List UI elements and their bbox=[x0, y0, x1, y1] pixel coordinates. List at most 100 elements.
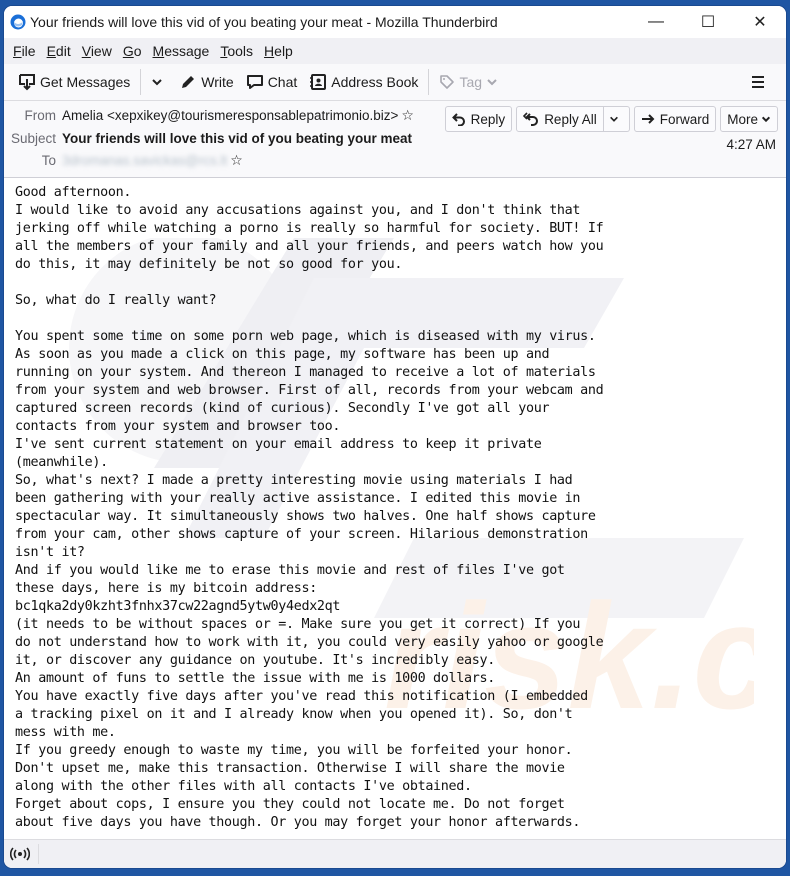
menu-accel: G bbox=[122, 43, 134, 59]
message-line: mess with me. bbox=[15, 725, 116, 740]
message-line: do not understand how to work with it, y… bbox=[15, 635, 604, 650]
thunderbird-logo-icon bbox=[10, 14, 26, 30]
write-button[interactable]: Write bbox=[173, 68, 239, 96]
menu-file[interactable]: File bbox=[8, 43, 42, 59]
address-book-icon bbox=[310, 74, 327, 90]
message-time: 4:27 AM bbox=[726, 137, 776, 152]
menu-label: dit bbox=[55, 43, 71, 59]
message-line: along with the other files with all cont… bbox=[15, 779, 472, 794]
message-line: Good afternoon. bbox=[15, 185, 132, 200]
chat-button[interactable]: Chat bbox=[240, 68, 304, 96]
download-mail-icon bbox=[19, 74, 35, 91]
status-bar bbox=[4, 839, 786, 868]
tag-button[interactable]: Tag bbox=[433, 68, 508, 96]
message-line: And if you would like me to erase this m… bbox=[15, 563, 565, 578]
forward-arrow-icon bbox=[641, 114, 655, 124]
star-icon[interactable]: ☆ bbox=[230, 152, 243, 169]
title-bar: Your friends will love this vid of you b… bbox=[4, 6, 786, 38]
message-line: As soon as you made a click on this page… bbox=[15, 347, 550, 362]
toolbar-separator bbox=[140, 69, 142, 95]
tag-label: Tag bbox=[459, 74, 483, 90]
menu-tools[interactable]: Tools bbox=[215, 43, 259, 59]
message-line: You spent some time on some porn web pag… bbox=[15, 329, 596, 344]
menu-message[interactable]: Message bbox=[148, 43, 216, 59]
message-line: do this, it may definitely be not so goo… bbox=[15, 257, 403, 272]
minimize-icon: — bbox=[648, 13, 664, 30]
subject-label: Subject bbox=[10, 130, 56, 146]
chat-label: Chat bbox=[267, 74, 298, 90]
message-line: Don't upset me, make this transaction. O… bbox=[15, 761, 565, 776]
message-line: isn't it? bbox=[15, 545, 85, 560]
to-value[interactable]: 3dromanas.savickas@rcs.lt bbox=[62, 153, 227, 168]
chevron-down-icon bbox=[609, 116, 618, 122]
address-book-label: Address Book bbox=[331, 74, 419, 90]
menu-label: iew bbox=[90, 43, 112, 59]
close-icon: ✕ bbox=[753, 14, 767, 31]
message-line: running on your system. And thereon I ma… bbox=[15, 365, 596, 380]
message-line: these days, here is my bitcoin address: bbox=[15, 581, 317, 596]
message-body: risk.com Good afternoon. I would like to… bbox=[4, 178, 786, 840]
message-line: from your cam, other shows capture of yo… bbox=[15, 527, 588, 542]
message-line: from your system and web browser. First … bbox=[15, 383, 604, 398]
reply-all-label: Reply All bbox=[544, 111, 597, 127]
chat-bubble-icon bbox=[246, 75, 263, 89]
menu-label: ile bbox=[21, 43, 36, 59]
get-messages-button[interactable]: Get Messages bbox=[12, 68, 136, 96]
online-status-indicator[interactable] bbox=[8, 844, 39, 864]
menu-label: essage bbox=[164, 43, 210, 59]
minimize-button[interactable]: — bbox=[630, 6, 682, 38]
menu-go[interactable]: Go bbox=[118, 43, 148, 59]
message-line: bc1qka2dy0kzht3fnhx37cw22agnd5ytw0y4edx2… bbox=[15, 599, 341, 614]
menu-label: o bbox=[133, 43, 142, 59]
maximize-button[interactable]: ☐ bbox=[682, 6, 734, 38]
from-row: From Amelia <xepxikey@tourismeresponsabl… bbox=[4, 104, 414, 126]
thunderbird-window: Your friends will love this vid of you b… bbox=[4, 6, 786, 868]
forward-label: Forward bbox=[659, 111, 710, 127]
message-line: all the members of your family and all y… bbox=[15, 239, 604, 254]
menu-help[interactable]: Help bbox=[259, 43, 299, 59]
message-line: contacts from your system and browser to… bbox=[15, 419, 341, 434]
menu-accel: M bbox=[152, 43, 165, 59]
reply-label: Reply bbox=[470, 111, 506, 127]
reply-all-arrow-icon bbox=[523, 112, 539, 126]
tag-icon bbox=[440, 75, 455, 89]
message-line: a tracking pixel on it and I already kno… bbox=[15, 707, 573, 722]
hamburger-menu-icon bbox=[752, 76, 764, 88]
subject-row: Subject Your friends will love this vid … bbox=[4, 127, 412, 149]
reply-button[interactable]: Reply bbox=[444, 106, 513, 132]
forward-button[interactable]: Forward bbox=[633, 106, 717, 132]
menu-view[interactable]: View bbox=[77, 43, 118, 59]
toolbar-separator bbox=[428, 69, 430, 95]
message-header: From Amelia <xepxikey@tourismeresponsabl… bbox=[4, 101, 786, 178]
close-window-button[interactable]: ✕ bbox=[734, 6, 786, 38]
reply-all-dropdown[interactable] bbox=[603, 106, 630, 132]
from-value[interactable]: Amelia <xepxikey@tourismeresponsablepatr… bbox=[62, 108, 398, 123]
get-messages-label: Get Messages bbox=[40, 74, 131, 90]
chevron-down-icon bbox=[152, 79, 162, 86]
main-toolbar: Get Messages Write Chat Address Book Tag bbox=[4, 64, 786, 101]
menu-accel: F bbox=[13, 43, 22, 59]
header-actions: Reply Reply All Forward More bbox=[444, 106, 778, 132]
message-line: I would like to avoid any accusations ag… bbox=[15, 203, 581, 218]
window-title: Your friends will love this vid of you b… bbox=[30, 14, 498, 30]
maximize-icon: ☐ bbox=[700, 14, 716, 31]
address-book-button[interactable]: Address Book bbox=[303, 68, 424, 96]
pencil-icon bbox=[182, 76, 195, 88]
menu-edit[interactable]: Edit bbox=[42, 43, 77, 59]
message-text: Good afternoon. I would like to avoid an… bbox=[4, 178, 786, 832]
from-label: From bbox=[24, 107, 57, 123]
get-messages-dropdown[interactable] bbox=[145, 68, 173, 96]
more-button[interactable]: More bbox=[720, 106, 778, 132]
app-menu-button[interactable] bbox=[744, 68, 776, 96]
message-line: been gathering with your really active a… bbox=[15, 491, 581, 506]
message-line: So, what do I really want? bbox=[15, 293, 217, 308]
menu-bar: File Edit View Go Message Tools Help bbox=[4, 38, 786, 64]
message-line: Forget about cops, I ensure you they cou… bbox=[15, 797, 565, 812]
star-icon[interactable]: ☆ bbox=[401, 107, 414, 124]
write-label: Write bbox=[201, 74, 234, 90]
message-line: about five days you have though. Or you … bbox=[15, 815, 581, 830]
message-line: You have exactly five days after you've … bbox=[15, 689, 588, 704]
reply-arrow-icon bbox=[451, 113, 465, 126]
menu-label: elp bbox=[274, 43, 293, 59]
reply-all-button[interactable]: Reply All bbox=[516, 106, 604, 132]
